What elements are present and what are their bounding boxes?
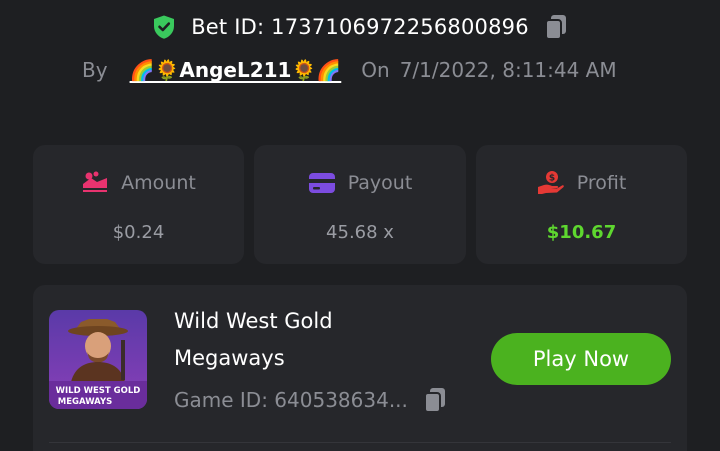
amount-card: Amount $0.24: [33, 145, 244, 264]
username-link[interactable]: 🌈🌻AngeL211🌻🌈: [130, 58, 342, 82]
copy-game-id-icon[interactable]: [422, 386, 448, 414]
game-panel: WILD WEST GOLD MEGAWAYS Wild West Gold M…: [33, 285, 687, 451]
game-id-text: Game ID: 640538634...: [174, 388, 408, 412]
amount-label: Amount: [121, 172, 196, 194]
profit-value: $10.67: [546, 222, 617, 243]
bet-date: 7/1/2022, 8:11:44 AM: [399, 58, 617, 82]
on-label: On: [361, 58, 390, 82]
svg-text:MEGAWAYS: MEGAWAYS: [58, 397, 112, 407]
payout-label: Payout: [347, 172, 413, 194]
thumbnail-logo-text: WILD WEST GOLD: [56, 386, 141, 396]
profit-card: $ Profit $10.67: [476, 145, 687, 264]
payout-value: 45.68 x: [326, 222, 394, 243]
by-label: By: [82, 58, 108, 82]
svg-text:$: $: [549, 174, 555, 184]
payout-card: Payout 45.68 x: [254, 145, 466, 264]
bet-id-row: Bet ID: 1737106972256800896: [0, 10, 720, 44]
copy-bet-id-icon[interactable]: [543, 13, 569, 41]
profit-hand-coin-icon: $: [537, 170, 565, 196]
bet-details-page: Bet ID: 1737106972256800896 By 🌈🌻AngeL21…: [0, 0, 720, 451]
game-id-row: Game ID: 640538634...: [174, 385, 448, 415]
amount-coins-icon: [81, 170, 109, 196]
profit-label: Profit: [576, 172, 627, 194]
game-title: Wild West Gold Megaways: [174, 309, 333, 370]
bet-id-text: Bet ID: 1737106972256800896: [191, 15, 529, 39]
amount-value: $0.24: [112, 222, 165, 243]
bet-meta-row: By 🌈🌻AngeL211🌻🌈 On 7/1/2022, 8:11:44 AM: [82, 54, 617, 86]
divider: [49, 442, 671, 443]
play-now-button[interactable]: Play Now: [491, 333, 671, 385]
game-thumbnail[interactable]: WILD WEST GOLD MEGAWAYS: [49, 310, 147, 409]
payout-card-icon: [308, 170, 336, 196]
shield-check-icon: [151, 14, 177, 40]
